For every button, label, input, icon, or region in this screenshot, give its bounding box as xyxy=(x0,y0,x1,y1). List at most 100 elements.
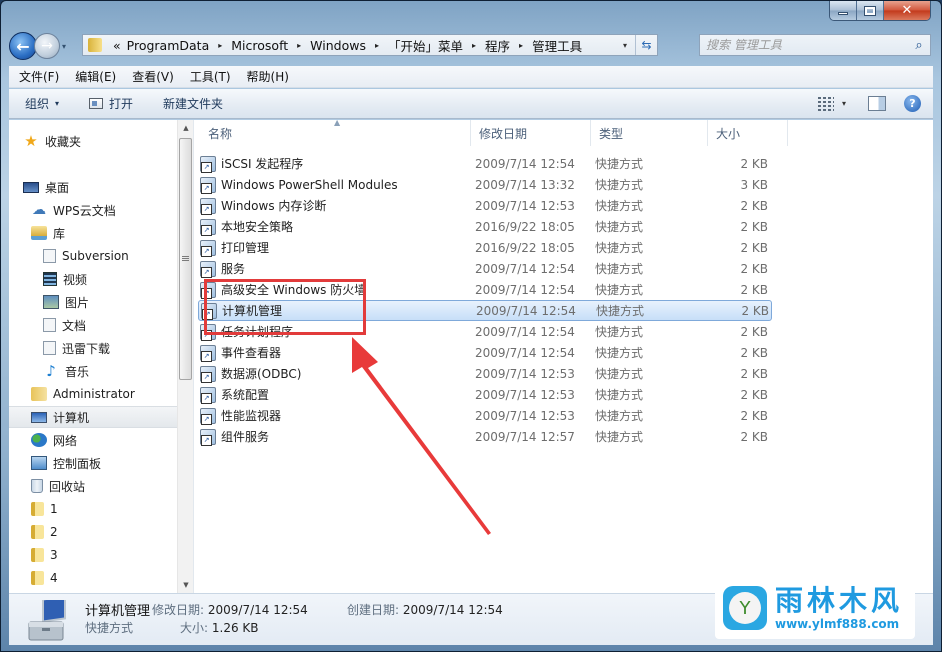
address-bar[interactable]: « ProgramData ▸ Microsoft ▸ Windows ▸ 「开… xyxy=(82,34,658,56)
desktop-icon xyxy=(23,181,39,193)
forward-button[interactable]: → xyxy=(34,33,60,59)
chevron-right-icon[interactable]: ▸ xyxy=(369,41,385,50)
nav-item[interactable]: 2 xyxy=(9,521,179,543)
nav-item[interactable]: 迅雷下载 xyxy=(9,337,179,359)
control-panel-icon xyxy=(31,456,47,470)
column-name[interactable]: 名称 ▲ xyxy=(194,118,471,146)
nav-item[interactable]: 文档 xyxy=(9,314,179,336)
nav-item[interactable]: 网络 xyxy=(9,429,179,451)
preview-pane-icon[interactable] xyxy=(868,96,886,111)
scroll-down-button[interactable]: ▼ xyxy=(178,577,194,593)
scroll-thumb[interactable] xyxy=(179,138,192,380)
file-row[interactable]: 本地安全策略 2016/9/22 18:05 快捷方式 2 KB xyxy=(198,216,772,237)
chevron-right-icon[interactable]: ▸ xyxy=(466,41,482,50)
organize-button[interactable]: 组织 ▾ xyxy=(25,95,59,112)
new-folder-button[interactable]: 新建文件夹 xyxy=(163,95,223,112)
file-row[interactable]: Windows 内存诊断 2009/7/14 12:53 快捷方式 2 KB xyxy=(198,195,772,216)
star-icon: ★ xyxy=(24,132,38,150)
breadcrumb-windows[interactable]: Windows xyxy=(307,38,369,53)
column-date-modified[interactable]: 修改日期 xyxy=(471,120,591,146)
nav-item[interactable]: 3 xyxy=(9,544,179,566)
refresh-button[interactable]: ⇆ xyxy=(635,35,657,55)
folder-icon xyxy=(31,548,44,562)
breadcrumb-microsoft[interactable]: Microsoft xyxy=(228,38,291,53)
file-row[interactable]: 性能监视器 2009/7/14 12:53 快捷方式 2 KB xyxy=(198,405,772,426)
column-size[interactable]: 大小 xyxy=(708,120,788,146)
user-folder-icon xyxy=(31,387,47,401)
nav-item[interactable]: Subversion xyxy=(9,245,179,267)
file-name: 性能监视器 xyxy=(221,409,282,423)
nav-item[interactable]: Administrator xyxy=(9,383,179,405)
menu-view[interactable]: 查看(V) xyxy=(132,68,174,85)
computer-management-icon xyxy=(28,600,66,641)
chevron-right-icon[interactable]: ▸ xyxy=(513,41,529,50)
nav-item[interactable]: 图片 xyxy=(9,291,179,313)
nav-item-label: 计算机 xyxy=(53,410,90,425)
scroll-up-button[interactable]: ▲ xyxy=(178,120,194,136)
file-row[interactable]: 服务 2009/7/14 12:54 快捷方式 2 KB xyxy=(198,258,772,279)
file-name-cell: 计算机管理 xyxy=(199,302,468,320)
nav-item[interactable]: ☁ WPS云文档 xyxy=(9,199,179,221)
file-name-cell: 性能监视器 xyxy=(198,407,467,425)
nav-item[interactable]: 4 xyxy=(9,567,179,589)
breadcrumb-programdata[interactable]: ProgramData xyxy=(124,38,213,53)
file-row[interactable]: 事件查看器 2009/7/14 12:54 快捷方式 2 KB xyxy=(198,342,772,363)
watermark: Y 雨林木风 www.ylmf888.com xyxy=(715,577,915,639)
recent-pages-dropdown[interactable]: ▾ xyxy=(62,42,72,51)
shortcut-icon xyxy=(200,407,216,425)
file-row[interactable]: 计算机管理 2009/7/14 12:54 快捷方式 2 KB xyxy=(198,300,772,321)
menu-file[interactable]: 文件(F) xyxy=(19,68,59,85)
menu-edit[interactable]: 编辑(E) xyxy=(75,68,116,85)
column-type[interactable]: 类型 xyxy=(591,120,708,146)
nav-item-label: 文档 xyxy=(62,318,87,333)
forward-arrow-icon: → xyxy=(41,38,53,54)
file-row[interactable]: 数据源(ODBC) 2009/7/14 12:53 快捷方式 2 KB xyxy=(198,363,772,384)
view-options-dropdown[interactable]: ▾ xyxy=(842,99,846,108)
file-row[interactable]: 系统配置 2009/7/14 12:53 快捷方式 2 KB xyxy=(198,384,772,405)
view-details-icon[interactable] xyxy=(817,96,834,111)
file-date: 2009/7/14 12:54 xyxy=(476,303,576,318)
help-icon[interactable]: ? xyxy=(904,95,921,112)
breadcrumb-admin-tools[interactable]: 管理工具 xyxy=(529,36,585,55)
minimize-icon xyxy=(838,12,848,15)
shortcut-icon xyxy=(201,302,217,320)
menu-tools[interactable]: 工具(T) xyxy=(190,68,231,85)
file-row[interactable]: Windows PowerShell Modules 2009/7/14 13:3… xyxy=(198,174,772,195)
nav-item[interactable]: 控制面板 xyxy=(9,452,179,474)
back-button[interactable]: ← xyxy=(9,32,37,60)
chevron-right-icon[interactable]: ▸ xyxy=(291,41,307,50)
open-button[interactable]: 打开 xyxy=(89,95,133,112)
breadcrumb-programs[interactable]: 程序 xyxy=(482,36,513,55)
nav-item[interactable]: 桌面 xyxy=(9,176,179,198)
maximize-button[interactable] xyxy=(857,1,884,20)
address-dropdown-button[interactable]: ▾ xyxy=(615,35,635,55)
file-name: 打印管理 xyxy=(221,241,270,255)
nav-item[interactable]: 回收站 xyxy=(9,475,179,497)
nav-scrollbar[interactable]: ▲ ▼ xyxy=(177,120,193,593)
file-row[interactable]: 打印管理 2016/9/22 18:05 快捷方式 2 KB xyxy=(198,237,772,258)
nav-item[interactable]: 视频 xyxy=(9,268,179,290)
search-input[interactable] xyxy=(700,38,908,52)
nav-item[interactable]: 1 xyxy=(9,498,179,520)
breadcrumb-start-menu[interactable]: 「开始」菜单 xyxy=(385,36,466,55)
file-name-cell: 数据源(ODBC) xyxy=(198,365,467,383)
minimize-button[interactable] xyxy=(830,1,857,20)
nav-item[interactable]: 计算机 xyxy=(9,406,179,428)
nav-item-label: 控制面板 xyxy=(53,456,102,471)
document-icon xyxy=(43,318,56,332)
chevron-right-icon[interactable]: ▸ xyxy=(212,41,228,50)
breadcrumb-overflow[interactable]: « xyxy=(110,38,124,53)
modified-label: 修改日期: xyxy=(152,603,205,617)
close-button[interactable]: ✕ xyxy=(884,1,930,20)
nav-item[interactable]: ★ 收藏夹 xyxy=(9,130,179,152)
menu-help[interactable]: 帮助(H) xyxy=(247,68,289,85)
file-row[interactable]: 组件服务 2009/7/14 12:57 快捷方式 2 KB xyxy=(198,426,772,447)
file-row[interactable]: 高级安全 Windows 防火墙 2009/7/14 12:54 快捷方式 2 KB xyxy=(198,279,772,300)
search-icon[interactable]: ⌕ xyxy=(908,38,930,53)
file-row[interactable]: iSCSI 发起程序 2009/7/14 12:54 快捷方式 2 KB xyxy=(198,153,772,174)
nav-item[interactable]: 库 xyxy=(9,222,179,244)
file-row[interactable]: 任务计划程序 2009/7/14 12:54 快捷方式 2 KB xyxy=(198,321,772,342)
document-icon xyxy=(43,249,56,263)
nav-item[interactable]: ♪ 音乐 xyxy=(9,360,179,382)
shortcut-icon xyxy=(200,260,216,278)
